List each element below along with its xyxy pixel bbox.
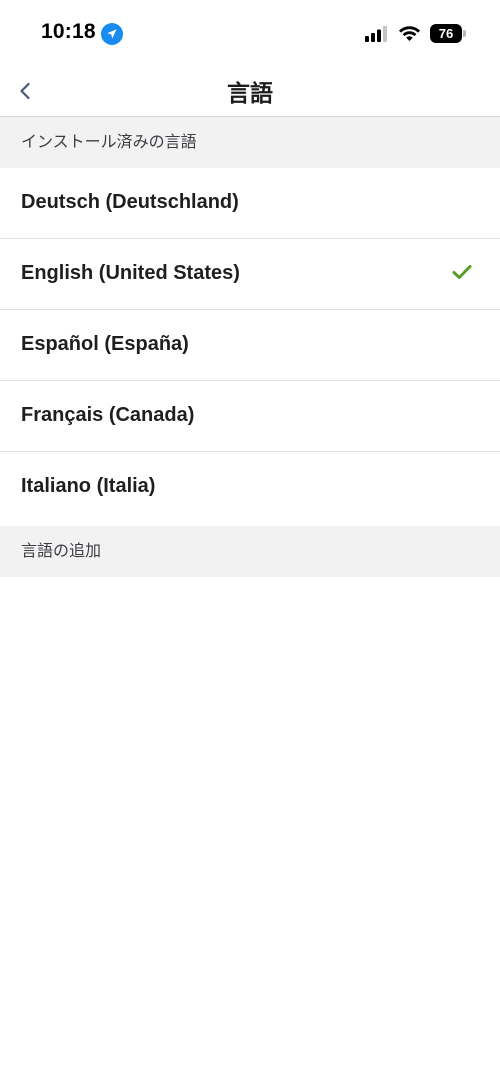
language-label: Español (España) <box>21 333 189 355</box>
status-bar: 10:18 76 <box>0 0 500 64</box>
status-time: 10:18 <box>41 20 96 43</box>
installed-languages-list: Deutsch (Deutschland) English (United St… <box>0 168 500 524</box>
page-title: 言語 <box>227 80 273 106</box>
language-label: Français (Canada) <box>21 404 195 426</box>
cellular-signal-icon <box>365 26 387 42</box>
battery-indicator: 76 <box>430 24 468 43</box>
language-label: Deutsch (Deutschland) <box>21 191 239 213</box>
language-row-francais[interactable]: Français (Canada) <box>0 381 500 452</box>
add-language-header[interactable]: 言語の追加 <box>0 526 500 577</box>
checkmark-icon <box>452 265 472 279</box>
language-row-espanol[interactable]: Español (España) <box>0 310 500 381</box>
language-row-italiano[interactable]: Italiano (Italia) <box>0 452 500 524</box>
language-label: Italiano (Italia) <box>21 475 156 497</box>
language-row-deutsch[interactable]: Deutsch (Deutschland) <box>0 168 500 239</box>
installed-languages-header: インストール済みの言語 <box>0 117 500 168</box>
navigation-bar: 言語 <box>0 64 500 117</box>
location-arrow-icon <box>101 23 123 45</box>
language-row-english[interactable]: English (United States) <box>0 239 500 310</box>
language-label: English (United States) <box>21 262 240 284</box>
wifi-icon <box>399 26 420 41</box>
battery-level: 76 <box>430 24 462 43</box>
battery-cap <box>463 30 466 37</box>
